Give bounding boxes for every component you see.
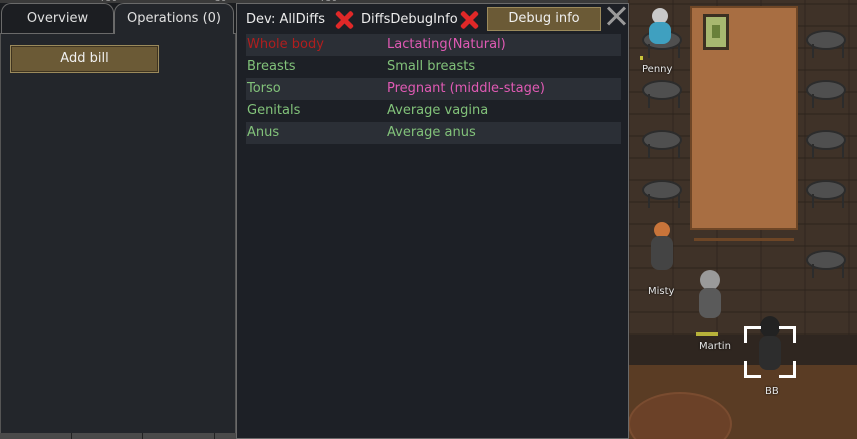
- painting[interactable]: [703, 14, 729, 50]
- pawn-martin[interactable]: [696, 270, 724, 320]
- diff-row[interactable]: Whole body Lactating(Natural): [246, 34, 621, 56]
- need-bar: [696, 332, 718, 336]
- debug-info-button[interactable]: Debug info: [487, 7, 601, 31]
- add-bill-button[interactable]: Add bill: [10, 45, 159, 73]
- pawn-misty[interactable]: [648, 222, 676, 278]
- body-part-label: Genitals: [247, 103, 301, 118]
- chair[interactable]: [806, 130, 846, 158]
- hediff-label: Small breasts: [387, 59, 476, 74]
- tab-operations[interactable]: Operations (0): [114, 3, 234, 34]
- health-panel: Add bill: [0, 33, 236, 439]
- toolbar-slot[interactable]: [71, 433, 144, 439]
- diff-row[interactable]: Breasts Small breasts: [246, 56, 621, 78]
- hediff-label: Lactating(Natural): [387, 37, 506, 52]
- red-x-icon[interactable]: [459, 10, 479, 30]
- selection-bracket: [744, 326, 796, 378]
- chair[interactable]: [806, 250, 846, 278]
- debug-header: Dev: AllDiffs DiffsDebugInfo Debug info: [237, 4, 628, 34]
- tab-overview[interactable]: Overview: [1, 3, 114, 34]
- chair[interactable]: [642, 130, 682, 158]
- dev-alldiffs-label: Dev: AllDiffs: [246, 12, 325, 27]
- pawn-body: [649, 22, 671, 44]
- game-map[interactable]: Penny Misty Martin BB: [628, 0, 857, 439]
- debug-window: Dev: AllDiffs DiffsDebugInfo Debug info …: [236, 3, 629, 439]
- close-icon[interactable]: [607, 6, 627, 26]
- chair[interactable]: [642, 80, 682, 108]
- need-bar: [640, 56, 643, 60]
- diffs-debug-label: DiffsDebugInfo: [361, 12, 458, 27]
- chair[interactable]: [806, 80, 846, 108]
- toolbar-slot[interactable]: [143, 433, 216, 439]
- hediff-label: Average vagina: [387, 103, 489, 118]
- body-part-label: Anus: [247, 125, 280, 140]
- red-x-icon[interactable]: [334, 10, 354, 30]
- pawn-label-penny[interactable]: Penny: [642, 64, 672, 75]
- pawn-body: [651, 236, 673, 270]
- diff-list: Whole body Lactating(Natural) Breasts Small…: [246, 34, 621, 144]
- pawn-label-martin[interactable]: Martin: [699, 341, 731, 352]
- toolbar-slot[interactable]: [0, 433, 72, 439]
- pawn-label-bb[interactable]: BB: [765, 386, 779, 397]
- body-part-label: Whole body: [247, 37, 324, 52]
- pawn-penny[interactable]: [646, 8, 674, 44]
- pawn-label-misty[interactable]: Misty: [648, 286, 674, 297]
- table-edge: [694, 226, 794, 241]
- chair[interactable]: [642, 180, 682, 208]
- pawn-body: [699, 288, 721, 318]
- body-part-label: Torso: [247, 81, 281, 96]
- wall: [628, 335, 857, 365]
- diff-row[interactable]: Torso Pregnant (middle-stage): [246, 78, 621, 100]
- pawn-head: [700, 270, 720, 290]
- diff-row[interactable]: Genitals Average vagina: [246, 100, 621, 122]
- hediff-label: Pregnant (middle-stage): [387, 81, 545, 96]
- hediff-label: Average anus: [387, 125, 476, 140]
- diff-row[interactable]: Anus Average anus: [246, 122, 621, 144]
- chair[interactable]: [806, 30, 846, 58]
- body-part-label: Breasts: [247, 59, 296, 74]
- chair[interactable]: [806, 180, 846, 208]
